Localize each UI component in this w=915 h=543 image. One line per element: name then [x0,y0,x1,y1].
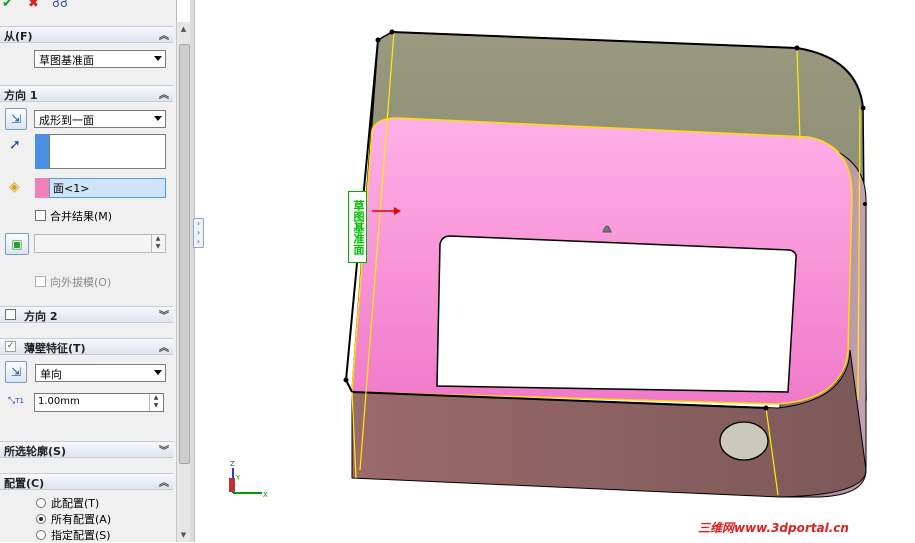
vertex-point [794,45,800,51]
configuration-section-header[interactable]: 配置(C) ︽ [0,473,173,490]
thin-feature-section-header[interactable]: ✓ 薄壁特征(T) ︽ [0,338,173,355]
thin-type-value: 单向 [40,368,62,381]
collapse-chevron-icon[interactable]: ︽ [159,339,169,354]
face-selection-box[interactable]: 面<1> [49,178,166,198]
dropdown-arrow-icon[interactable] [154,370,162,375]
sketch-plane-label[interactable]: 草图基准面 [348,191,367,263]
expand-chevron-icon[interactable]: ︾ [159,307,169,322]
axis-label-x: X [263,491,268,499]
collapse-chevron-icon[interactable]: ︽ [159,86,169,101]
graphics-viewport[interactable]: Z Y X [195,0,915,542]
reverse-direction-icon: ⇲ [10,112,22,126]
face-color-swatch [35,178,49,198]
draft-outward-checkbox[interactable] [35,276,46,287]
direction2-checkbox[interactable] [5,309,16,320]
axis-label-y: Y [235,474,241,482]
scroll-down-icon[interactable]: ▼ [179,531,188,540]
thickness-symbol: T1 [15,397,24,405]
selected-contours-title: 所选轮廓(S) [4,445,66,458]
spin-down-icon[interactable]: ▼ [151,243,164,252]
configuration-title: 配置(C) [4,477,45,490]
spin-down-icon[interactable]: ▼ [149,402,162,411]
property-manager-panel: ✔ ✖ ☌☌ 从(F) ︽ 草图基准面 方向 1 ︽ ⇲ 成形到一面 ➚ ◈ 面… [0,0,177,542]
direction1-section-header[interactable]: 方向 1 ︽ [0,85,173,102]
vertex-point [389,29,395,35]
dropdown-arrow-icon[interactable] [154,56,162,61]
thickness-field[interactable]: 1.00mm ▲ ▼ [34,393,164,412]
from-section-header[interactable]: 从(F) ︽ [0,26,173,43]
cancel-cross-icon[interactable]: ✖ [28,0,39,10]
vertex-point [860,105,866,111]
end-condition-select[interactable]: 成形到一面 [34,110,166,128]
collapse-chevron-icon[interactable]: ︽ [159,474,169,489]
from-section-title: 从(F) [4,30,33,43]
radio-this-config[interactable] [36,498,46,508]
reverse-direction-icon: ⇲ [10,365,22,379]
draft-toggle-button[interactable]: ▣ [5,233,29,255]
thickness-value: 1.00mm [38,396,80,407]
radio-specified-configs-label: 指定配置(S) [51,529,111,542]
thin-type-select[interactable]: 单向 [35,364,166,382]
panel-scrollbar[interactable]: ▲ ▼ [176,22,190,542]
face-opening [436,235,797,393]
spin-up-icon[interactable]: ▲ [151,235,164,243]
spin-up-icon[interactable]: ▲ [149,394,162,402]
collapse-chevron-icon[interactable]: ︽ [159,27,169,42]
scroll-up-icon[interactable]: ▲ [179,25,188,34]
end-condition-value: 成形到一面 [39,114,94,127]
face-pin-icon: ◈ [9,179,20,195]
direction-selection-box[interactable] [49,134,166,169]
vertex-point [375,37,381,43]
radio-all-configs[interactable] [36,514,46,524]
radio-this-config-label: 此配置(T) [51,497,100,510]
ok-check-icon[interactable]: ✔ [2,0,13,10]
direction2-title: 方向 2 [24,310,58,323]
merge-result-label: 合并结果(M) [50,210,113,223]
from-select[interactable]: 草图基准面 [34,50,166,68]
direction2-section-header[interactable]: 方向 2 ︾ [0,306,173,323]
vertex-point [863,202,867,206]
thickness-icon: ⤡T1 [8,396,24,406]
expand-chevron-icon[interactable]: ︾ [159,442,169,457]
reverse-direction-button[interactable]: ⇲ [5,108,27,130]
thin-reverse-button[interactable]: ⇲ [5,361,27,383]
preview-glasses-icon[interactable]: ☌☌ [52,0,68,9]
vertex-point [763,405,769,411]
direction-color-swatch [35,134,49,169]
axis-label-z: Z [230,460,235,468]
view-triad: Z Y X [229,460,268,499]
face-selection-value: 面<1> [53,182,90,195]
thin-feature-checkbox[interactable]: ✓ [5,341,16,352]
vertex-point [343,377,349,383]
dropdown-arrow-icon[interactable] [154,116,162,121]
draft-angle-field[interactable]: ▲ ▼ [34,234,166,253]
radio-all-configs-label: 所有配置(A) [51,513,112,526]
scroll-thumb[interactable] [179,44,190,464]
from-select-value: 草图基准面 [39,54,94,67]
merge-result-checkbox[interactable] [35,210,46,221]
watermark-text: 三维网www.3dportal.cn [698,521,849,535]
draft-outward-label: 向外拔模(O) [50,276,112,289]
property-toolbar: ✔ ✖ ☌☌ [0,0,176,20]
selected-contours-section-header[interactable]: 所选轮廓(S) ︾ [0,441,173,458]
thin-feature-title: 薄壁特征(T) [24,342,86,355]
direction1-title: 方向 1 [4,89,38,102]
radio-specified-configs[interactable] [36,530,46,540]
direction-vector-arrow-icon: ➚ [9,137,21,153]
draft-cube-icon: ▣ [11,237,23,251]
front-hole[interactable] [719,421,769,461]
